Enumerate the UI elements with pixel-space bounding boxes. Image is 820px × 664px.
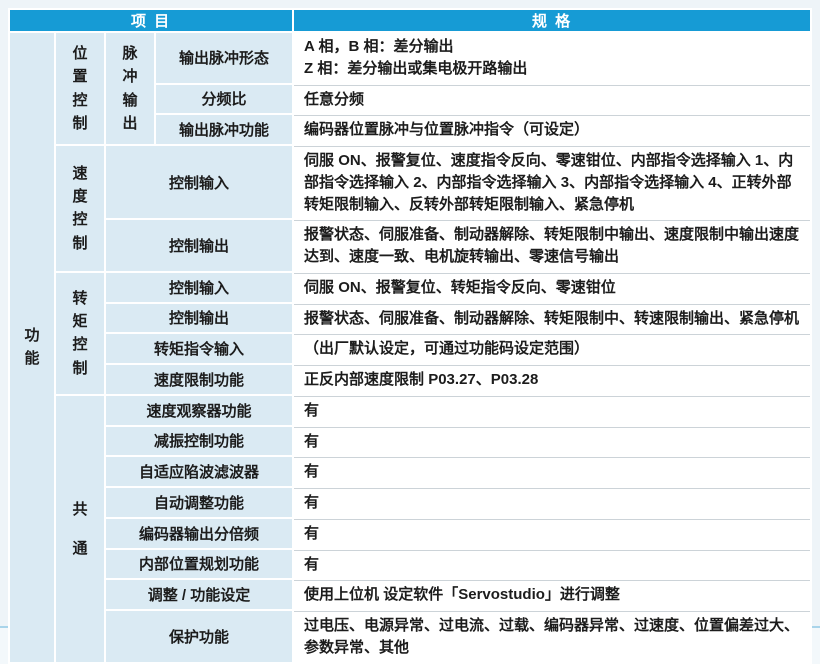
- group-label-function: 功能: [24, 324, 40, 371]
- row-label: 输出脉冲功能: [156, 115, 292, 144]
- row-label: 调整 / 功能设定: [106, 580, 292, 609]
- group-cell-speed: 速度控制: [56, 146, 104, 271]
- row-label: 控制输入: [106, 146, 292, 218]
- table-row: 保护功能 过电压、电源异常、过电流、过载、编码器异常、过速度、位置偏差过大、参数…: [10, 611, 810, 662]
- group-label-position: 位置控制: [72, 42, 88, 135]
- row-label: 控制输入: [106, 273, 292, 302]
- row-spec: 有: [294, 396, 810, 425]
- group-cell-common: 共通: [56, 396, 104, 662]
- group-cell-function: 功能: [10, 33, 54, 662]
- row-label: 速度限制功能: [106, 365, 292, 394]
- table-row: 转矩控制 控制输入 伺服 ON、报警复位、转矩指令反向、零速钳位: [10, 273, 810, 302]
- table-row: 自适应陷波滤波器 有: [10, 457, 810, 486]
- row-label: 自适应陷波滤波器: [106, 457, 292, 486]
- row-spec: 编码器位置脉冲与位置脉冲指令（可设定）: [294, 115, 810, 144]
- row-label: 控制输出: [106, 220, 292, 271]
- table-row: 内部位置规划功能 有: [10, 550, 810, 579]
- row-label: 速度观察器功能: [106, 396, 292, 425]
- row-spec: 过电压、电源异常、过电流、过载、编码器异常、过速度、位置偏差过大、参数异常、其他: [294, 611, 810, 662]
- page-frame: 项 目 规 格 功能 位置控制 脉冲输出 输出脉冲形态 A 相，B 相：差分输出…: [0, 0, 820, 628]
- row-label: 编码器输出分倍频: [106, 519, 292, 548]
- row-label: 分频比: [156, 85, 292, 114]
- row-spec: 任意分频: [294, 85, 810, 114]
- table-row: 减振控制功能 有: [10, 427, 810, 456]
- row-label: 输出脉冲形态: [156, 33, 292, 83]
- row-spec: 正反内部速度限制 P03.27、P03.28: [294, 365, 810, 394]
- row-label: 控制输出: [106, 304, 292, 333]
- row-spec: 有: [294, 457, 810, 486]
- row-spec: 有: [294, 488, 810, 517]
- table-row: 调整 / 功能设定 使用上位机 设定软件「Servostudio」进行调整: [10, 580, 810, 609]
- table-row: 编码器输出分倍频 有: [10, 519, 810, 548]
- table-row: 控制输出 报警状态、伺服准备、制动器解除、转矩限制中、转速限制输出、紧急停机: [10, 304, 810, 333]
- spec-table: 项 目 规 格 功能 位置控制 脉冲输出 输出脉冲形态 A 相，B 相：差分输出…: [8, 8, 812, 664]
- row-spec: 报警状态、伺服准备、制动器解除、转矩限制中、转速限制输出、紧急停机: [294, 304, 810, 333]
- row-label: 保护功能: [106, 611, 292, 662]
- group-label-speed: 速度控制: [72, 162, 88, 255]
- table-row: 速度限制功能 正反内部速度限制 P03.27、P03.28: [10, 365, 810, 394]
- header-item: 项 目: [10, 10, 292, 31]
- group-label-pulse-output: 脉冲输出: [122, 42, 138, 135]
- table-row: 速度控制 控制输入 伺服 ON、报警复位、速度指令反向、零速钳位、内部指令选择输…: [10, 146, 810, 218]
- row-spec: 有: [294, 550, 810, 579]
- row-spec: 有: [294, 519, 810, 548]
- row-label: 转矩指令输入: [106, 334, 292, 363]
- row-spec: 伺服 ON、报警复位、速度指令反向、零速钳位、内部指令选择输入 1、内部指令选择…: [294, 146, 810, 218]
- header-row: 项 目 规 格: [10, 10, 810, 31]
- table-row: 功能 位置控制 脉冲输出 输出脉冲形态 A 相，B 相：差分输出 Z 相：差分输…: [10, 33, 810, 83]
- table-row: 自动调整功能 有: [10, 488, 810, 517]
- row-spec: 伺服 ON、报警复位、转矩指令反向、零速钳位: [294, 273, 810, 302]
- row-label: 内部位置规划功能: [106, 550, 292, 579]
- table-row: 转矩指令输入 （出厂默认设定，可通过功能码设定范围）: [10, 334, 810, 363]
- row-spec: 报警状态、伺服准备、制动器解除、转矩限制中输出、速度限制中输出速度达到、速度一致…: [294, 220, 810, 271]
- row-spec: 有: [294, 427, 810, 456]
- row-label: 减振控制功能: [106, 427, 292, 456]
- group-cell-pulse-output: 脉冲输出: [106, 33, 154, 144]
- row-spec: （出厂默认设定，可通过功能码设定范围）: [294, 334, 810, 363]
- table-row: 控制输出 报警状态、伺服准备、制动器解除、转矩限制中输出、速度限制中输出速度达到…: [10, 220, 810, 271]
- row-spec: A 相，B 相：差分输出 Z 相：差分输出或集电极开路输出: [294, 33, 810, 83]
- row-label: 自动调整功能: [106, 488, 292, 517]
- group-label-common: 共通: [72, 490, 88, 568]
- group-cell-position: 位置控制: [56, 33, 104, 144]
- row-spec: 使用上位机 设定软件「Servostudio」进行调整: [294, 580, 810, 609]
- group-cell-torque: 转矩控制: [56, 273, 104, 394]
- group-label-torque: 转矩控制: [72, 287, 88, 380]
- table-row: 共通 速度观察器功能 有: [10, 396, 810, 425]
- header-spec: 规 格: [294, 10, 810, 31]
